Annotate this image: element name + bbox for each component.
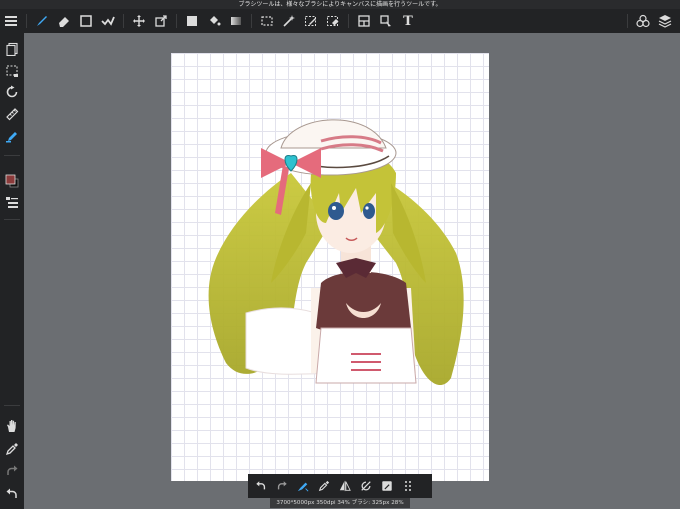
toolbar-divider [627,14,628,28]
toolbar-divider [251,14,252,28]
drawing-canvas[interactable] [171,53,489,481]
top-toolbar: T [0,9,680,33]
bucket-icon[interactable] [203,9,225,33]
toolbar-divider [176,14,177,28]
materials-icon[interactable] [632,9,654,33]
text-tool-glyph: T [403,13,413,29]
reset-rotation-icon[interactable] [355,474,376,498]
artwork [208,119,464,386]
menu-icon[interactable] [0,9,22,33]
undo-icon[interactable] [0,484,24,504]
toolbar-divider [26,14,27,28]
frame-divider-icon[interactable] [353,9,375,33]
eyedropper-icon[interactable] [0,439,24,459]
shape-icon[interactable] [75,9,97,33]
select-icon[interactable] [256,9,278,33]
snap-pen-icon[interactable] [0,126,24,146]
layers-icon[interactable] [654,9,676,33]
color-swatch[interactable] [0,171,24,191]
tooltip-bar: ブラシツールは、様々なブラシによりキャンバスに描画を行うツールです。 [0,0,680,9]
sidebar-divider [4,155,20,156]
more-dots-icon[interactable] [397,474,418,498]
transform-icon[interactable] [150,9,172,33]
layer-list-icon[interactable] [0,193,24,213]
eraser-icon[interactable] [53,9,75,33]
move-icon[interactable] [128,9,150,33]
fill-rect-icon[interactable] [181,9,203,33]
bottom-toolbar [248,474,432,498]
pages-icon[interactable] [0,39,24,59]
eyedropper-icon[interactable] [313,474,334,498]
magic-wand-icon[interactable] [278,9,300,33]
ruler-icon[interactable] [0,104,24,124]
redo-icon[interactable] [271,474,292,498]
hand-icon[interactable] [0,416,24,436]
left-sidebar [0,33,24,509]
operation-icon[interactable] [375,9,397,33]
brush-icon[interactable] [31,9,53,33]
status-bar: 3700*5000px 350dpi 34% ブラシ: 325px 28% [270,498,410,508]
toolbar-divider [123,14,124,28]
toolbar-divider [348,14,349,28]
stabilizer-brush-icon[interactable] [292,474,313,498]
select-pen-icon[interactable] [300,9,322,33]
gradient-icon[interactable] [225,9,247,33]
select-eraser-icon[interactable] [322,9,344,33]
rotate-canvas-icon[interactable] [0,82,24,102]
selection-layer-icon[interactable] [0,61,24,81]
smudge-icon[interactable] [97,9,119,33]
undo-icon[interactable] [250,474,271,498]
redo-icon[interactable] [0,461,24,481]
text-icon[interactable]: T [397,9,419,33]
flip-horizontal-icon[interactable] [334,474,355,498]
sidebar-divider [4,219,20,220]
edit-layer-icon[interactable] [376,474,397,498]
sidebar-divider [4,405,20,406]
